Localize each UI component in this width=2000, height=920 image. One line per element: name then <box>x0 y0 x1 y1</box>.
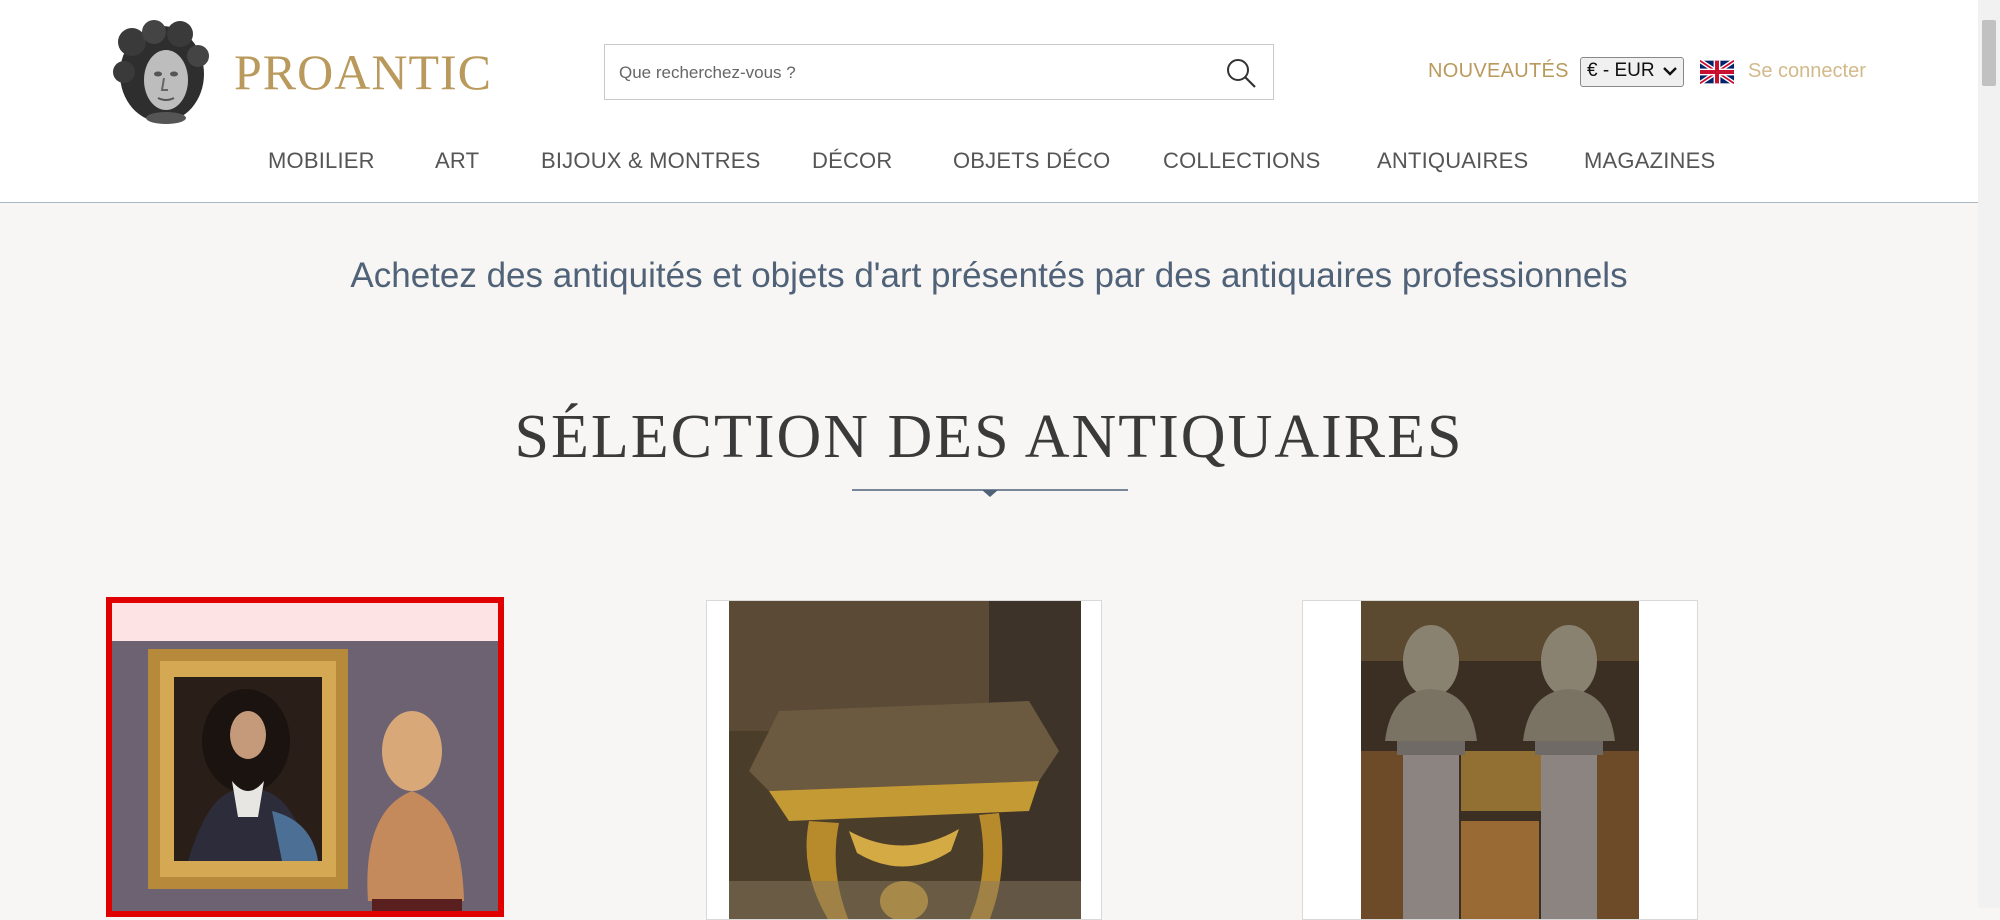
currency-select[interactable]: € - EUR <box>1580 57 1684 87</box>
site-header: PROANTIC NOUVEAUTÉS € - EUR Se connecter… <box>0 0 1978 203</box>
search-box <box>604 44 1274 101</box>
logo-head-icon <box>113 20 209 124</box>
nav-item-objets-deco[interactable]: OBJETS DÉCO <box>953 148 1110 174</box>
login-link[interactable]: Se connecter <box>1748 60 1866 83</box>
nav-item-collections[interactable]: COLLECTIONS <box>1163 148 1320 174</box>
nav-item-bijoux-montres[interactable]: BIJOUX & MONTRES <box>541 148 761 174</box>
logo[interactable]: PROANTIC <box>110 20 492 124</box>
chevron-down-icon <box>1663 67 1677 76</box>
product-card-console[interactable] <box>706 600 1102 920</box>
currency-value: € - EUR <box>1587 60 1655 81</box>
section-title: SÉLECTION DES ANTIQUAIRES <box>514 403 1464 471</box>
scrollbar-thumb[interactable] <box>1982 20 1996 86</box>
nav-item-antiquaires[interactable]: ANTIQUAIRES <box>1377 148 1528 174</box>
tagline: Achetez des antiquités et objets d'art p… <box>350 256 1628 295</box>
search-icon[interactable] <box>1225 57 1257 89</box>
product-card-portrait-bust[interactable] <box>106 597 504 917</box>
nav-item-mobilier[interactable]: MOBILIER <box>268 148 375 174</box>
card-highlight <box>112 603 498 641</box>
nav-item-magazines[interactable]: MAGAZINES <box>1584 148 1715 174</box>
scrollbar-track[interactable] <box>1978 0 2000 908</box>
product-image-busts <box>1361 601 1639 919</box>
logo-text: PROANTIC <box>234 44 493 100</box>
main-nav: MOBILIER ART BIJOUX & MONTRES DÉCOR OBJE… <box>0 148 1978 178</box>
section-divider <box>852 489 1128 497</box>
nouveautes-link[interactable]: NOUVEAUTÉS <box>1428 60 1569 83</box>
product-image-console <box>729 601 1081 919</box>
product-card-busts[interactable] <box>1302 600 1698 920</box>
nav-item-art[interactable]: ART <box>435 148 479 174</box>
search-input[interactable] <box>617 45 1181 101</box>
product-image-portrait-bust <box>112 641 498 911</box>
nav-item-decor[interactable]: DÉCOR <box>812 148 892 174</box>
uk-flag-icon[interactable] <box>1700 60 1734 84</box>
